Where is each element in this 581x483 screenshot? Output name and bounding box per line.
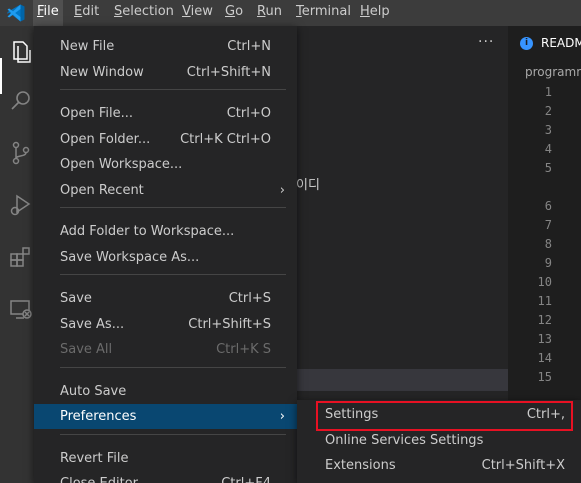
submenu-item-extensions[interactable]: Extensions Ctrl+Shift+X: [297, 453, 581, 478]
menu-item-new-window[interactable]: New Window Ctrl+Shift+N: [34, 60, 297, 85]
shortcut-label: Ctrl+Shift+N: [186, 64, 271, 80]
menu-item-new-file[interactable]: New File Ctrl+N: [34, 34, 297, 59]
line-number: 11: [537, 294, 552, 308]
breadcrumb[interactable]: programm: [525, 65, 581, 79]
shortcut-label: Ctrl+K Ctrl+O: [180, 131, 271, 147]
menu-item-open-workspace[interactable]: Open Workspace...: [34, 152, 297, 177]
chevron-right-icon: ›: [279, 409, 285, 424]
menu-item-label: New File: [60, 39, 115, 54]
file-menu: New File Ctrl+N New Window Ctrl+Shift+N Open…: [34, 26, 297, 483]
menu-view[interactable]: View: [178, 0, 217, 26]
line-number: 12: [537, 313, 552, 327]
menu-separator: [60, 433, 286, 435]
line-number: 3: [544, 123, 552, 137]
shortcut-label: Ctrl+S: [228, 291, 271, 306]
menu-item-label: Close Editor: [60, 471, 138, 483]
menu-separator: [60, 89, 286, 90]
sidebar-selected-row[interactable]: [296, 369, 508, 391]
shortcut-label: Ctrl+N: [227, 39, 271, 54]
menu-item-preferences[interactable]: Preferences ›: [34, 404, 297, 429]
chevron-right-icon: ›: [279, 182, 285, 198]
menu-item-label: Open Workspace...: [60, 157, 183, 172]
menu-item-label: Auto Save: [60, 383, 127, 399]
line-number: 4: [544, 142, 552, 156]
shortcut-label: Ctrl+F4: [221, 471, 271, 483]
menu-item-label: Open File...: [60, 106, 134, 121]
menu-terminal[interactable]: Terminal: [292, 0, 355, 26]
line-number: 14: [537, 351, 552, 365]
menu-help[interactable]: Help: [356, 0, 394, 26]
submenu-item-label: Extensions: [325, 458, 396, 473]
menu-item-save-workspace-as[interactable]: Save Workspace As...: [34, 245, 297, 270]
menu-run[interactable]: Run: [253, 0, 286, 26]
explorer-icon[interactable]: [8, 38, 34, 64]
vscode-logo-icon: [6, 3, 26, 23]
menu-item-label: New Window: [60, 64, 144, 80]
title-bar: File Edit Selection View Go Run Terminal Help: [0, 0, 581, 26]
menu-separator: [60, 207, 286, 208]
run-debug-icon[interactable]: [8, 192, 34, 218]
menu-go[interactable]: Go: [221, 0, 247, 26]
submenu-item-online-services-settings[interactable]: Online Services Settings: [297, 428, 581, 453]
menu-edit[interactable]: Edit: [70, 0, 103, 26]
line-number: 9: [544, 256, 552, 270]
tab-label[interactable]: READM: [541, 36, 581, 50]
menu-item-label: Save As...: [60, 316, 125, 332]
line-number: 7: [544, 218, 552, 232]
line-number: 6: [544, 199, 552, 213]
line-number: 2: [544, 104, 552, 118]
search-icon[interactable]: [8, 88, 34, 114]
menu-item-label: Add Folder to Workspace...: [60, 224, 235, 239]
menu-item-label: Revert File: [60, 450, 129, 466]
shortcut-label: Ctrl+O: [226, 106, 271, 121]
shortcut-label: Ctrl+K S: [216, 342, 271, 357]
menu-separator: [60, 366, 286, 368]
menu-item-open-file[interactable]: Open File... Ctrl+O: [34, 101, 297, 126]
line-number: 10: [537, 275, 552, 289]
menu-separator: [60, 274, 286, 275]
menu-item-save-all[interactable]: Save All Ctrl+K S: [34, 337, 297, 362]
line-number: 5: [544, 161, 552, 175]
shortcut-label: Ctrl+Shift+S: [188, 316, 271, 332]
menu-item-add-folder-to-workspace[interactable]: Add Folder to Workspace...: [34, 219, 297, 244]
source-control-icon[interactable]: [8, 140, 34, 166]
info-icon: i: [520, 37, 533, 50]
more-actions-button[interactable]: ···: [478, 34, 494, 50]
menu-item-close-editor[interactable]: Close Editor Ctrl+F4: [34, 471, 297, 483]
menu-item-save[interactable]: Save Ctrl+S: [34, 286, 297, 311]
menu-item-revert-file[interactable]: Revert File: [34, 446, 297, 471]
line-number: 15: [537, 370, 552, 384]
settings-highlight-box: [316, 401, 573, 431]
menu-file[interactable]: File: [33, 0, 63, 26]
menu-selection[interactable]: Selection: [110, 0, 178, 26]
active-indicator: [0, 58, 2, 94]
menu-item-label: Preferences: [60, 409, 137, 424]
remote-explorer-icon[interactable]: [8, 296, 34, 322]
menu-item-open-recent[interactable]: Open Recent ›: [34, 178, 297, 203]
sidebar-text-fragment: 이디: [296, 178, 320, 193]
menu-item-label: Save: [60, 291, 92, 306]
menu-item-label: Save All: [60, 342, 113, 357]
menu-item-label: Save Workspace As...: [60, 249, 200, 265]
line-number: 8: [544, 237, 552, 251]
menu-item-label: Open Recent: [60, 182, 144, 198]
menu-item-save-as[interactable]: Save As... Ctrl+Shift+S: [34, 312, 297, 337]
menu-item-auto-save[interactable]: Auto Save: [34, 379, 297, 404]
menu-item-label: Open Folder...: [60, 131, 151, 147]
submenu-item-label: Online Services Settings: [325, 432, 484, 448]
line-number: 13: [537, 332, 552, 346]
menu-item-open-folder[interactable]: Open Folder... Ctrl+K Ctrl+O: [34, 127, 297, 152]
line-number: 1: [544, 85, 552, 99]
shortcut-label: Ctrl+Shift+X: [481, 458, 565, 473]
extensions-icon[interactable]: [8, 244, 34, 270]
